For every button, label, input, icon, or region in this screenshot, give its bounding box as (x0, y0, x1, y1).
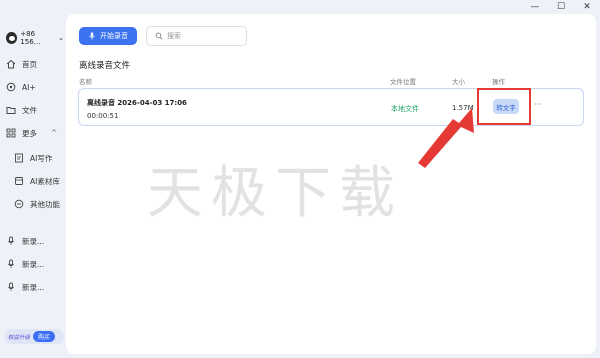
sidebar-item-other[interactable]: 其他功能 (14, 197, 60, 211)
document-icon (14, 153, 24, 163)
recording-item[interactable]: 新录... (6, 280, 44, 294)
column-header-location: 文件位置 (390, 78, 416, 86)
user-phone: +86 156... (20, 30, 41, 46)
sidebar-item-ai[interactable]: AI+ (6, 80, 36, 94)
file-location: 本地文件 (391, 105, 419, 113)
maximize-button[interactable]: ☐ (548, 0, 574, 14)
sidebar-item-label: 首页 (22, 59, 37, 69)
sidebar-item-ai-materials[interactable]: AI素材库 (14, 174, 60, 188)
upgrade-text: 权益升级 (8, 334, 31, 341)
sidebar-item-label: AI素材库 (30, 176, 60, 186)
chevron-up-icon: ^ (51, 129, 57, 137)
microphone-icon (89, 32, 95, 40)
search-placeholder: 搜索 (167, 32, 181, 40)
sidebar-item-label: 文件 (22, 105, 37, 115)
recording-item[interactable]: 新录... (6, 234, 44, 248)
app-window: — ☐ ✕ +86 156... ⌄ 首页 AI+ 文件 更多 ^ AI写作 A… (0, 0, 600, 358)
file-duration: 00:00:51 (87, 112, 119, 120)
other-functions-icon (14, 199, 24, 209)
grid-icon (6, 128, 16, 138)
sidebar-item-label: AI写作 (30, 153, 53, 163)
home-icon (6, 59, 16, 69)
microphone-icon (6, 236, 16, 246)
sidebar-item-ai-writing[interactable]: AI写作 (14, 151, 52, 165)
sidebar-item-files[interactable]: 文件 (6, 103, 37, 117)
recording-label: 新录... (22, 236, 45, 246)
avatar (6, 32, 18, 44)
sidebar-item-label: 其他功能 (30, 199, 60, 209)
file-size: 1.57M (452, 104, 474, 112)
section-title: 离线录音文件 (79, 61, 131, 71)
more-options-icon[interactable]: ··· (534, 100, 542, 109)
column-header-name: 名称 (79, 78, 92, 86)
recording-label: 新录... (22, 259, 45, 269)
watermark: 天极下载 (147, 161, 403, 226)
upgrade-banner[interactable]: 权益升级 购买 (4, 329, 64, 344)
sidebar-item-home[interactable]: 首页 (6, 57, 37, 71)
library-icon (14, 176, 24, 186)
buy-button[interactable]: 购买 (33, 331, 56, 342)
file-name: 离线录音 2026-04-03 17:06 (87, 99, 187, 107)
microphone-icon (6, 282, 16, 292)
start-recording-label: 开始录音 (100, 32, 128, 40)
sidebar-item-label: AI+ (22, 82, 36, 92)
search-icon (155, 32, 163, 40)
microphone-icon (6, 259, 16, 269)
recording-item[interactable]: 新录... (6, 257, 44, 271)
window-controls: — ☐ ✕ (522, 0, 600, 14)
recording-label: 新录... (22, 282, 45, 292)
ai-icon (6, 82, 16, 92)
highlight-box (477, 88, 531, 125)
sidebar-item-label: 更多 (22, 128, 37, 138)
close-button[interactable]: ✕ (574, 0, 600, 14)
sidebar-item-more[interactable]: 更多 ^ (6, 126, 57, 140)
minimize-button[interactable]: — (522, 0, 548, 14)
column-header-size: 大小 (452, 78, 465, 86)
sidebar: +86 156... ⌄ 首页 AI+ 文件 更多 ^ AI写作 AI素材库 其… (0, 0, 64, 358)
column-header-actions: 操作 (492, 78, 505, 86)
search-input[interactable]: 搜索 (146, 26, 247, 46)
chevron-down-icon: ⌄ (58, 34, 64, 42)
start-recording-button[interactable]: 开始录音 (79, 27, 137, 45)
user-account[interactable]: +86 156... ⌄ (6, 30, 64, 46)
folder-icon (6, 105, 16, 115)
